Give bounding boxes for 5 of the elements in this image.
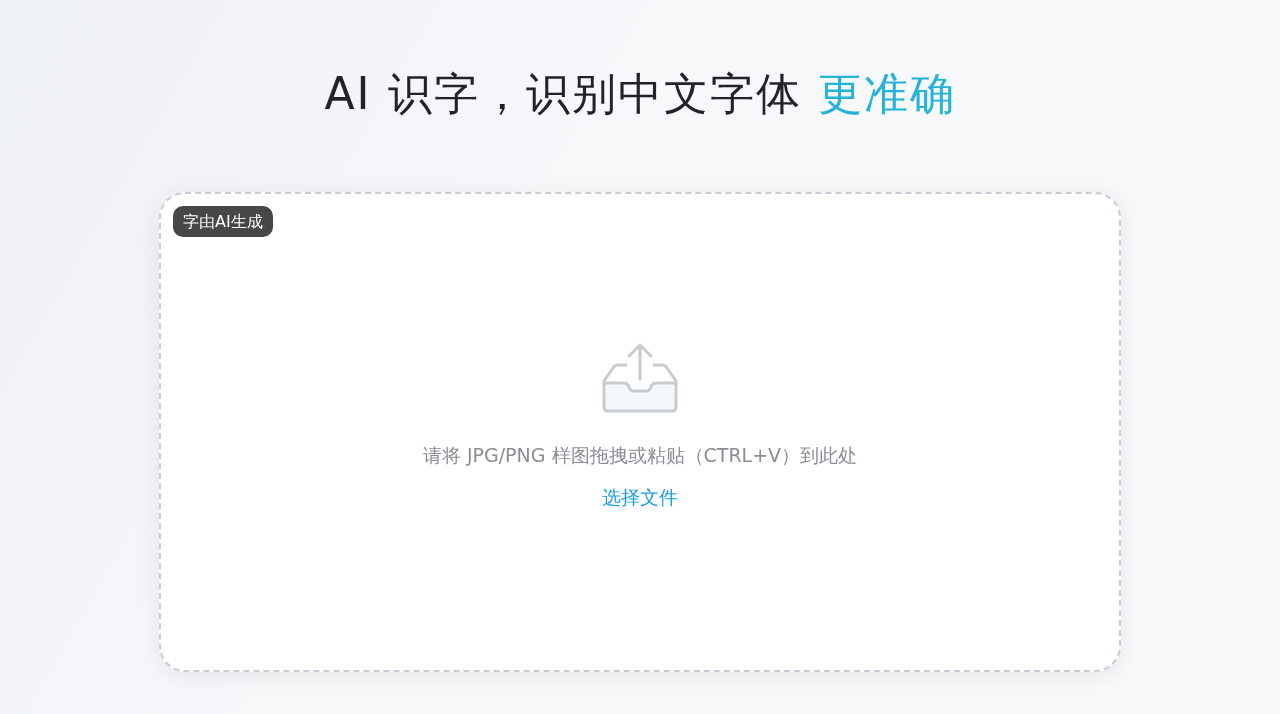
headline: AI 识字，识别中文字体 更准确 [324,68,956,119]
upload-tray-icon [600,342,680,415]
upload-instruction: 请将 JPG/PNG 样图拖拽或粘贴（CTRL+V）到此处 [422,442,858,468]
ai-generated-tag: 字由AI生成 [173,206,273,238]
upload-dropzone[interactable]: 字由AI生成 请将 JPG/PNG 样图拖拽或粘贴（CTRL+V）到此处 选择文件 [159,192,1121,672]
